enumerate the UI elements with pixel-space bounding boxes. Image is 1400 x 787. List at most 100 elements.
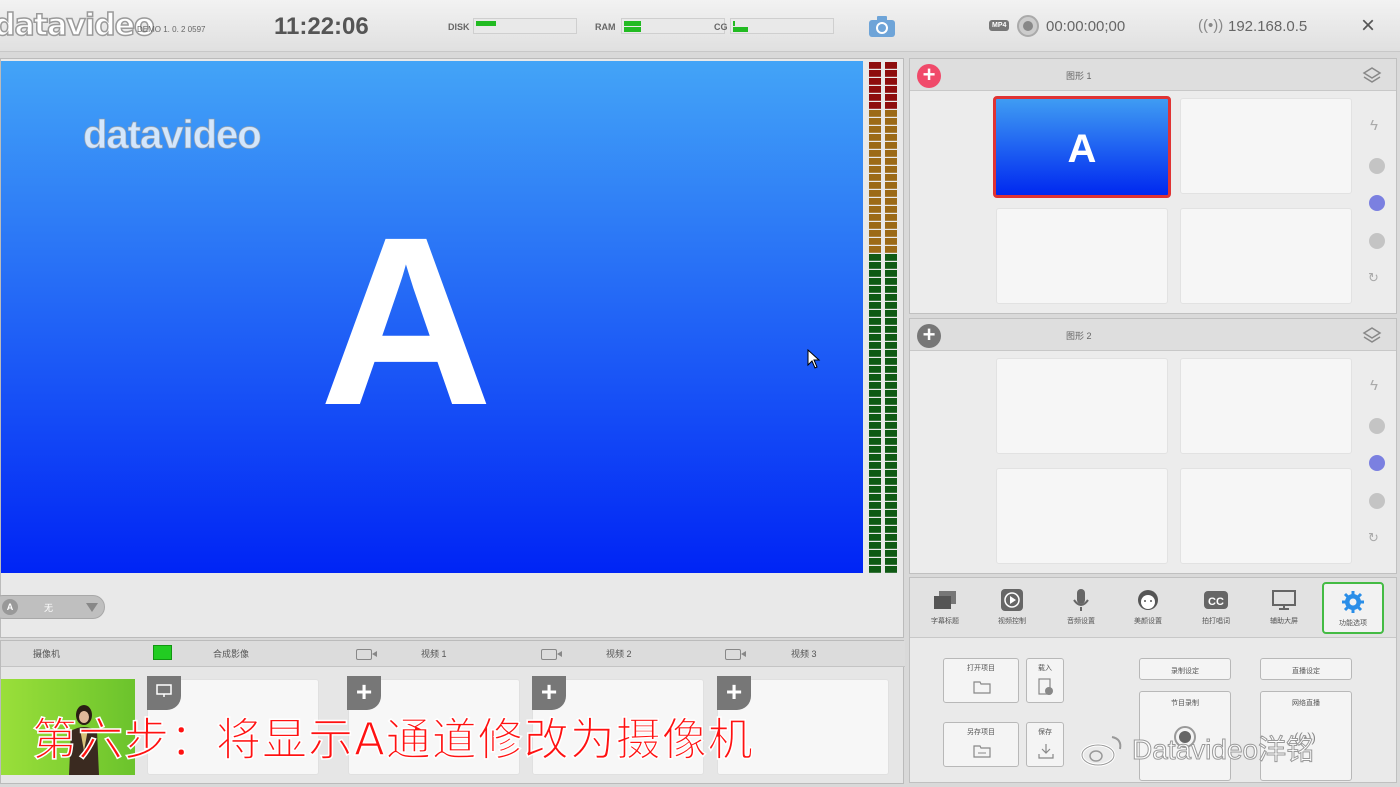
graphic-slot[interactable] (1180, 468, 1352, 564)
graphic-slot[interactable] (996, 358, 1168, 454)
vu-segment (869, 542, 881, 549)
vu-segment (885, 454, 897, 461)
save-as-project-button[interactable]: 另存项目 (943, 722, 1019, 767)
video-control-label: 视频控制 (998, 618, 1026, 625)
vu-segment (885, 118, 897, 125)
vu-segment (869, 294, 881, 301)
video-camera-icon (541, 649, 562, 660)
channel-value: 无 (44, 603, 54, 613)
graphics-panel-1-header: + 图形 1 (910, 59, 1396, 91)
add-graphic-1-button[interactable]: + (917, 64, 941, 88)
record-settings-label: 录制设定 (1171, 668, 1199, 675)
record-button[interactable] (1017, 15, 1039, 37)
channel-a-badge: A (2, 599, 18, 615)
vu-segment (885, 478, 897, 485)
beauty-settings-button[interactable]: 美颜设置 (1117, 582, 1179, 634)
vu-segment (885, 78, 897, 85)
open-project-button[interactable]: 打开项目 (943, 658, 1019, 703)
source-label-video-1: 视频 1 (421, 649, 447, 659)
vu-segment (885, 150, 897, 157)
titles-button[interactable]: 字幕标题 (914, 582, 976, 634)
vu-segment (885, 542, 897, 549)
loop-icon[interactable]: ↻ (1368, 530, 1379, 546)
program-preview[interactable]: datavideo A (1, 61, 863, 573)
vu-segment (869, 366, 881, 373)
record-settings-button[interactable]: 录制设定 (1139, 658, 1231, 680)
save-button[interactable]: 保存 (1026, 722, 1064, 767)
position-dot[interactable] (1369, 233, 1385, 249)
graphic-slot[interactable] (996, 468, 1168, 564)
vu-segment (869, 510, 881, 517)
vu-segment (885, 558, 897, 565)
vu-segment (885, 126, 897, 133)
position-dot-active[interactable] (1369, 195, 1385, 211)
vu-segment (885, 254, 897, 261)
face-icon (1138, 590, 1158, 610)
stream-settings-button[interactable]: 直播设定 (1260, 658, 1352, 680)
vu-segment (869, 406, 881, 413)
graphics-panel-2-header: + 图形 2 (910, 319, 1396, 351)
graphic-slot-selected[interactable]: A (993, 96, 1171, 198)
close-icon[interactable]: × (1361, 12, 1375, 40)
vu-segment (869, 454, 881, 461)
vu-segment (885, 262, 897, 269)
lightning-icon[interactable]: ϟ (1370, 377, 1378, 394)
load-file-icon (1038, 678, 1053, 695)
vu-segment (869, 150, 881, 157)
lightning-icon[interactable]: ϟ (1370, 117, 1378, 134)
load-button[interactable]: 载入 (1026, 658, 1064, 703)
vu-segment (885, 102, 897, 109)
add-graphic-2-button[interactable]: + (917, 324, 941, 348)
vu-segment (869, 566, 881, 573)
vu-segment (869, 526, 881, 533)
ram-meter (621, 18, 725, 34)
aux-screen-button[interactable]: 辅助大屏 (1253, 582, 1315, 634)
vu-segment (869, 102, 881, 109)
vu-segment (869, 494, 881, 501)
source-label-composite: 合成影像 (213, 649, 250, 659)
composite-active-icon[interactable] (153, 645, 172, 660)
mp4-format-badge[interactable]: MP4 (989, 20, 1010, 31)
video-control-button[interactable]: 视频控制 (981, 582, 1043, 634)
cg-meter (730, 18, 834, 34)
graphic-slot[interactable] (1180, 208, 1352, 304)
vu-segment (885, 326, 897, 333)
vu-segment (869, 246, 881, 253)
vu-segment (885, 166, 897, 173)
graphic-slot[interactable] (996, 208, 1168, 304)
vu-segment (869, 414, 881, 421)
cc-button[interactable]: CC 拍打唱词 (1185, 582, 1247, 634)
position-dot[interactable] (1369, 158, 1385, 174)
vu-segment (885, 70, 897, 77)
chevron-down-icon[interactable] (86, 603, 98, 612)
vu-segment (869, 390, 881, 397)
vu-segment (869, 126, 881, 133)
vu-segment (869, 190, 881, 197)
position-dot[interactable] (1369, 418, 1385, 434)
layers-icon[interactable] (1362, 66, 1382, 84)
vu-segment (885, 446, 897, 453)
disk-meter (473, 18, 577, 34)
top-bar: datavideo DEMO 1. 0. 2 0597 11:22:06 DIS… (0, 0, 1400, 52)
vu-segment (869, 470, 881, 477)
vu-segment (885, 502, 897, 509)
network-signal-icon: ((•)) (1198, 17, 1224, 34)
graphic-slot[interactable] (1180, 358, 1352, 454)
loop-icon[interactable]: ↻ (1368, 270, 1379, 286)
vu-segment (885, 494, 897, 501)
options-button[interactable]: 功能选项 (1322, 582, 1384, 634)
vu-segment (869, 302, 881, 309)
audio-settings-button[interactable]: 音频设置 (1050, 582, 1112, 634)
vu-segment (885, 286, 897, 293)
position-dot[interactable] (1369, 493, 1385, 509)
layers-icon[interactable] (1362, 326, 1382, 344)
snapshot-camera-icon[interactable] (868, 14, 896, 38)
vu-segment (869, 86, 881, 93)
vu-segment (885, 246, 897, 253)
graphic-slot[interactable] (1180, 98, 1352, 194)
position-dot-active[interactable] (1369, 455, 1385, 471)
vu-segment (885, 382, 897, 389)
mouse-cursor-icon (807, 349, 821, 369)
channel-selector[interactable]: A 无 (0, 595, 105, 619)
vu-segment (869, 110, 881, 117)
